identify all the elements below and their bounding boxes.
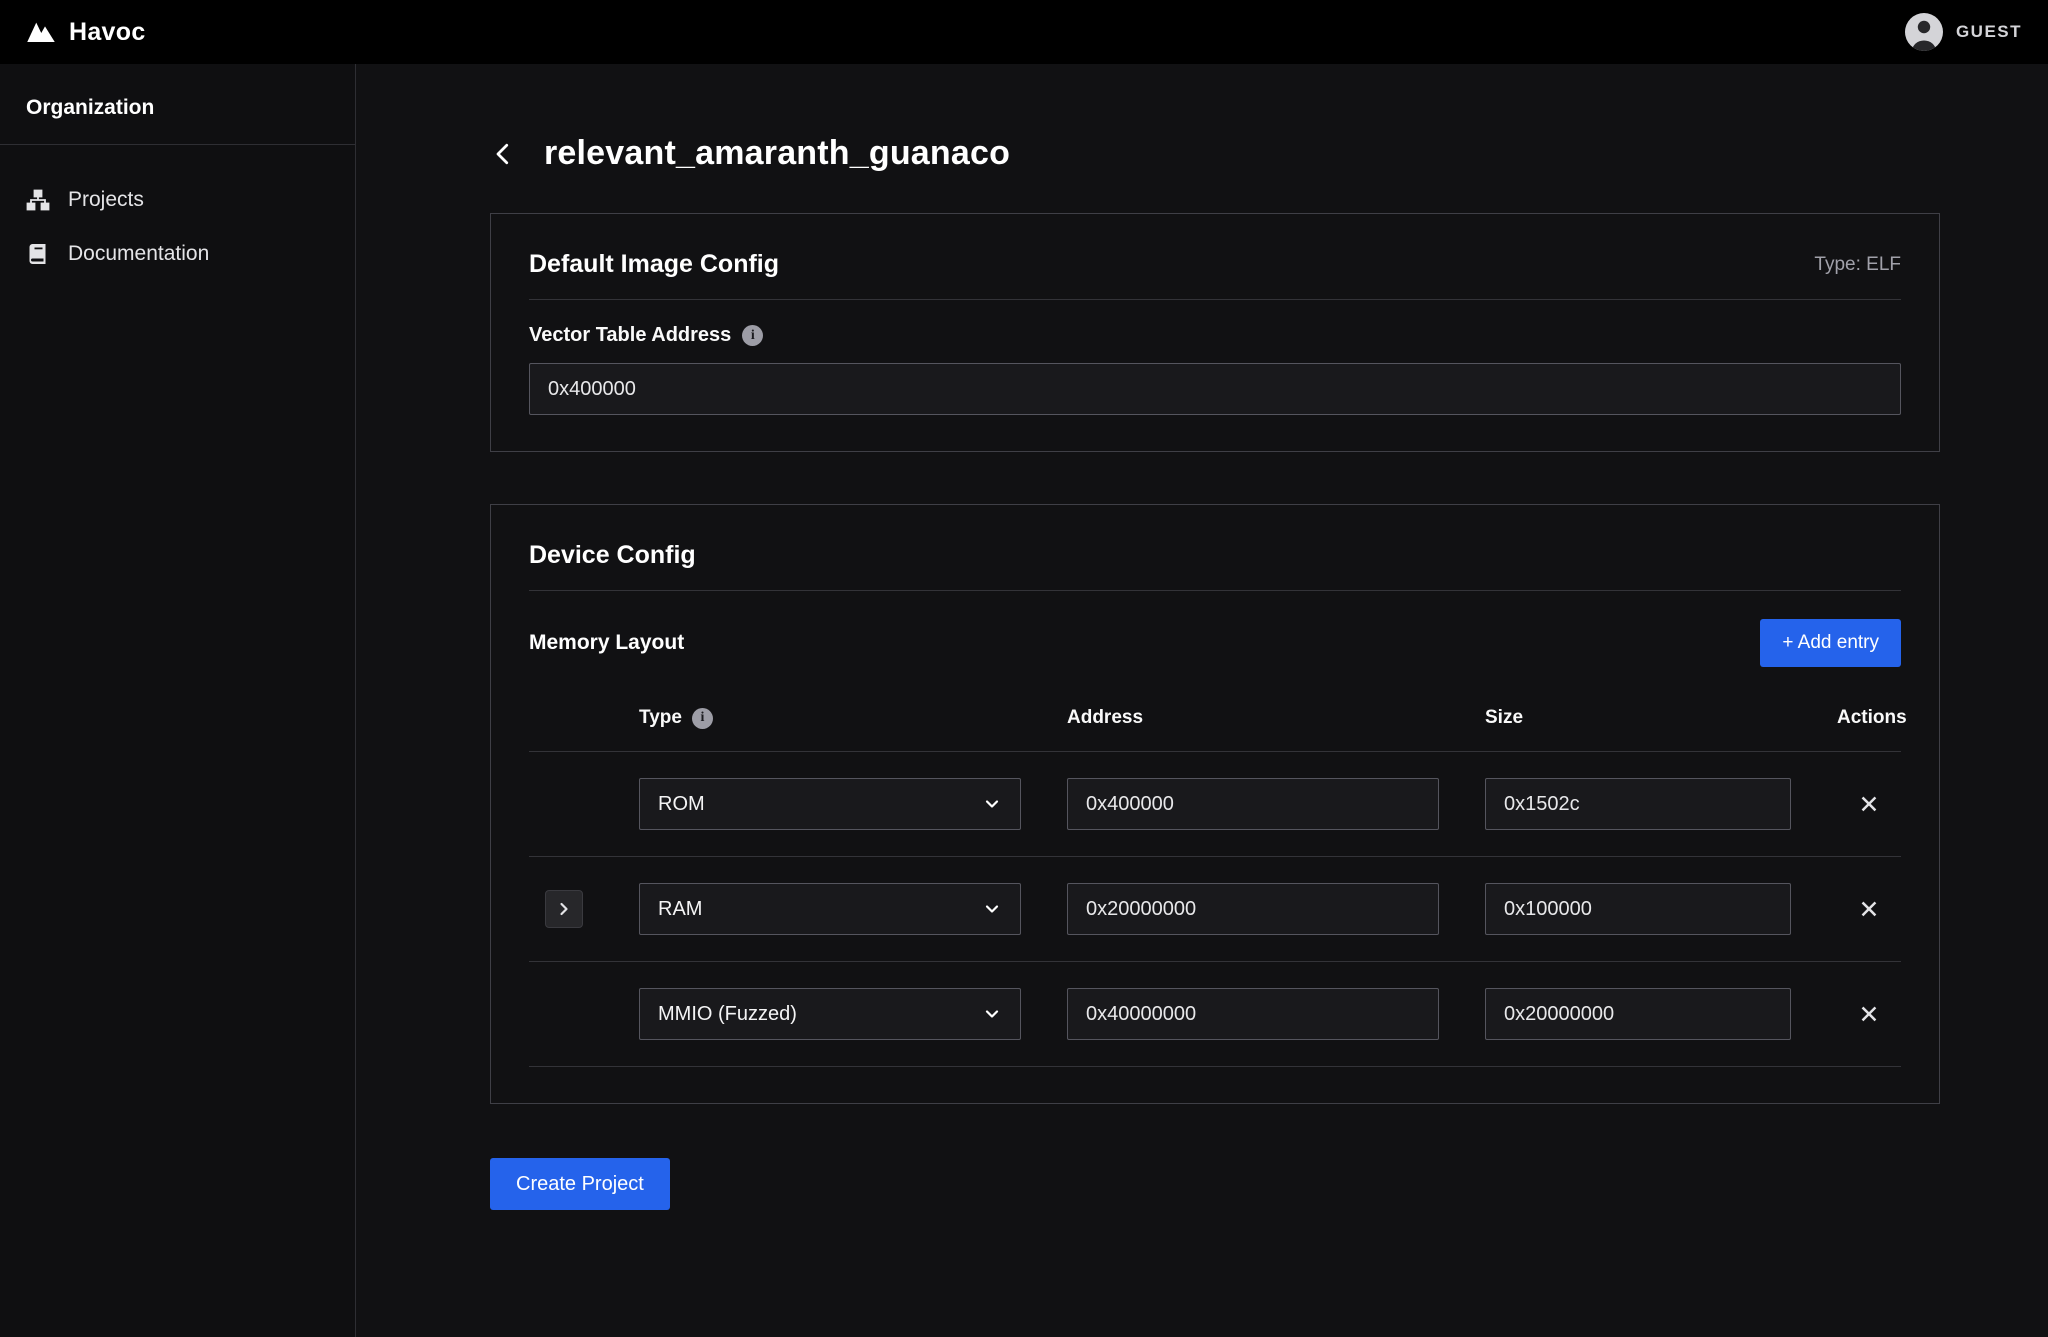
memory-size-input[interactable] — [1485, 778, 1791, 830]
sidebar-item-documentation[interactable]: Documentation — [0, 227, 355, 281]
info-icon[interactable]: i — [742, 325, 763, 346]
chevron-down-icon — [982, 794, 1002, 814]
image-type-label: Type: ELF — [1814, 254, 1901, 276]
topbar: Havoc GUEST — [0, 0, 2048, 64]
memory-table-header: Type i Address Size Actions — [529, 667, 1901, 752]
memory-type-select[interactable]: ROM — [639, 778, 1021, 830]
avatar-icon[interactable] — [1905, 13, 1943, 51]
memory-size-input[interactable] — [1485, 883, 1791, 935]
memory-row: RAM ✕ — [529, 857, 1901, 962]
brand-name: Havoc — [69, 18, 146, 47]
vector-table-address-label: Vector Table Address i — [529, 324, 1901, 347]
sidebar: Organization Projects — [0, 64, 356, 1337]
memory-row: ROM ✕ — [529, 752, 1901, 857]
column-header-size: Size — [1485, 707, 1791, 729]
chevron-down-icon — [982, 1004, 1002, 1024]
back-button[interactable] — [490, 139, 516, 169]
delete-row-button[interactable]: ✕ — [1851, 893, 1888, 926]
selected-option: RAM — [658, 898, 702, 921]
memory-address-input[interactable] — [1067, 778, 1439, 830]
havoc-logo-icon — [26, 20, 56, 44]
card-header: Default Image Config Type: ELF — [529, 250, 1901, 300]
memory-address-input[interactable] — [1067, 988, 1439, 1040]
brand: Havoc — [26, 18, 146, 47]
field-label-text: Vector Table Address — [529, 324, 731, 347]
column-header-type: Type — [639, 707, 682, 729]
device-config-card: Device Config Memory Layout + Add entry … — [490, 504, 1940, 1104]
user-menu[interactable]: GUEST — [1905, 13, 2022, 51]
add-entry-button[interactable]: + Add entry — [1760, 619, 1901, 667]
delete-row-button[interactable]: ✕ — [1851, 998, 1888, 1031]
sidebar-item-projects[interactable]: Projects — [0, 173, 355, 227]
column-header-actions: Actions — [1837, 707, 1907, 729]
user-label: GUEST — [1956, 22, 2022, 42]
info-icon[interactable]: i — [692, 708, 713, 729]
memory-address-input[interactable] — [1067, 883, 1439, 935]
sidebar-item-label: Projects — [68, 188, 144, 212]
sidebar-nav: Projects Documentation — [0, 145, 355, 281]
card-header: Device Config — [529, 541, 1901, 591]
page-title: relevant_amaranth_guanaco — [544, 134, 1010, 173]
page-header: relevant_amaranth_guanaco — [490, 134, 1940, 173]
main-content: relevant_amaranth_guanaco Default Image … — [356, 64, 2048, 1337]
vector-table-address-input[interactable] — [529, 363, 1901, 415]
memory-layout-header: Memory Layout + Add entry — [529, 619, 1901, 667]
card-title: Device Config — [529, 541, 696, 570]
sidebar-item-label: Documentation — [68, 242, 209, 266]
documentation-icon — [26, 242, 50, 266]
card-title: Default Image Config — [529, 250, 779, 279]
expand-row-button[interactable] — [545, 890, 583, 928]
sidebar-heading: Organization — [0, 64, 355, 145]
selected-option: MMIO (Fuzzed) — [658, 1003, 797, 1026]
projects-icon — [26, 188, 50, 212]
memory-row: MMIO (Fuzzed) ✕ — [529, 962, 1901, 1067]
memory-layout-label: Memory Layout — [529, 631, 684, 655]
default-image-config-card: Default Image Config Type: ELF Vector Ta… — [490, 213, 1940, 452]
delete-row-button[interactable]: ✕ — [1851, 788, 1888, 821]
selected-option: ROM — [658, 793, 705, 816]
memory-size-input[interactable] — [1485, 988, 1791, 1040]
memory-type-select[interactable]: MMIO (Fuzzed) — [639, 988, 1021, 1040]
chevron-down-icon — [982, 899, 1002, 919]
memory-type-select[interactable]: RAM — [639, 883, 1021, 935]
create-project-button[interactable]: Create Project — [490, 1158, 670, 1210]
column-header-address: Address — [1067, 707, 1439, 729]
